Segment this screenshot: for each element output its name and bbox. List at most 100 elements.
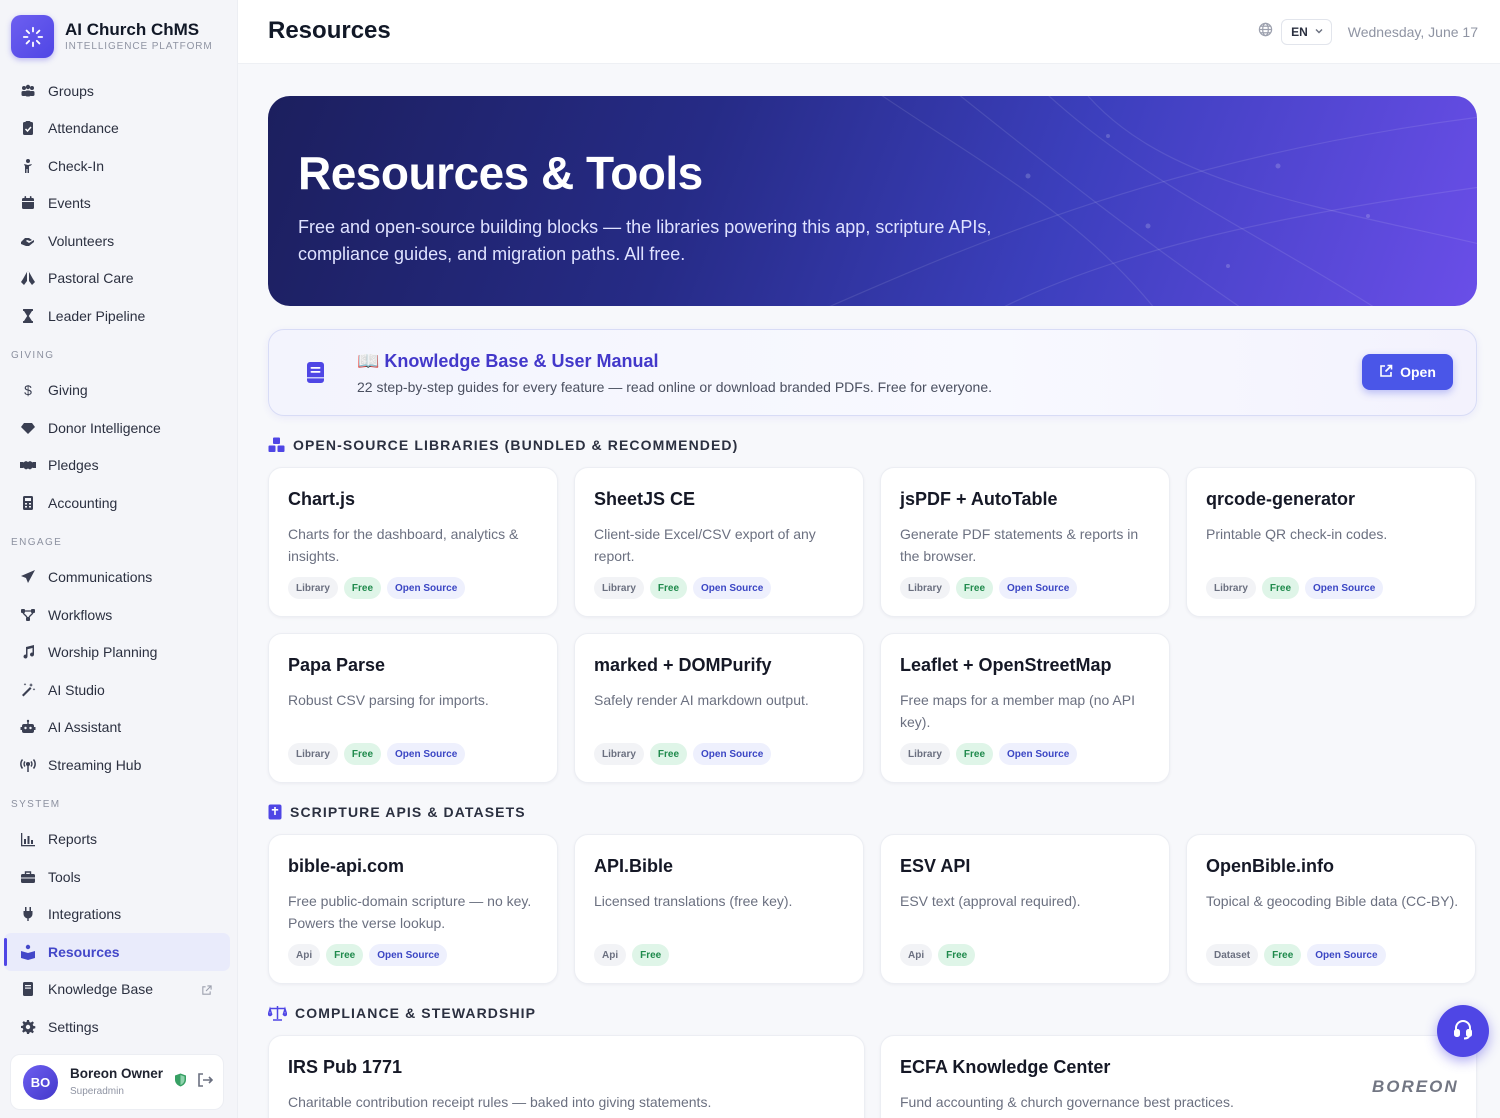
external-link-icon <box>201 983 212 999</box>
logout-icon[interactable] <box>197 1072 214 1092</box>
knowledge-base-description: 22 step-by-step guides for every feature… <box>357 379 993 395</box>
card-description: Safely render AI markdown output. <box>594 692 809 708</box>
tag-open-source: Open Source <box>1307 944 1386 966</box>
resource-card-bible-api[interactable]: bible-api.com Free public-domain scriptu… <box>268 834 558 984</box>
chevron-down-icon <box>1314 25 1324 39</box>
sidebar-item-leader-pipeline[interactable]: Leader Pipeline <box>0 297 238 335</box>
sidebar-item-attendance[interactable]: Attendance <box>0 110 238 148</box>
brand[interactable]: AI Church ChMS INTELLIGENCE PLATFORM <box>11 15 213 58</box>
child-icon <box>20 158 36 174</box>
sidebar-item-donor-intelligence[interactable]: Donor Intelligence <box>0 409 238 447</box>
card-description: Licensed translations (free key). <box>594 893 793 909</box>
current-date: Wednesday, June 17 <box>1347 24 1478 40</box>
external-link-icon <box>1379 364 1393 381</box>
sidebar-item-settings[interactable]: Settings <box>0 1008 238 1046</box>
page-title: Resources <box>268 17 391 44</box>
shield-icon[interactable] <box>174 1073 187 1092</box>
sidebar-item-communications[interactable]: Communications <box>0 559 238 597</box>
sidebar-item-worship-planning[interactable]: Worship Planning <box>0 634 238 672</box>
globe-icon[interactable] <box>1258 22 1273 42</box>
dollar-icon: $ <box>20 382 36 398</box>
resource-card-jspdf[interactable]: jsPDF + AutoTable Generate PDF statement… <box>880 467 1170 617</box>
card-description: Robust CSV parsing for imports. <box>288 692 489 708</box>
libraries-section-heading: OPEN-SOURCE LIBRARIES (BUNDLED & RECOMME… <box>268 437 738 453</box>
tag-type: Library <box>900 743 950 765</box>
sidebar-item-pledges[interactable]: Pledges <box>0 447 238 485</box>
sidebar-item-label: Settings <box>48 1018 99 1035</box>
tag-open-source: Open Source <box>1305 577 1384 599</box>
sidebar-item-volunteers[interactable]: Volunteers <box>0 222 238 260</box>
sidebar-item-label: AI Studio <box>48 681 105 698</box>
sidebar-item-ai-studio[interactable]: AI Studio <box>0 671 238 709</box>
brand-subtitle: INTELLIGENCE PLATFORM <box>65 41 213 52</box>
open-knowledge-base-button[interactable]: Open <box>1362 354 1453 390</box>
cubes-icon <box>268 437 285 453</box>
sidebar-item-label: Groups <box>48 82 94 99</box>
handshake-icon <box>20 457 36 473</box>
sidebar-section-system: SYSTEM <box>11 798 61 810</box>
sidebar-item-label: Knowledge Base <box>48 981 154 998</box>
sidebar-item-giving[interactable]: $ Giving <box>0 372 238 410</box>
resource-card-qrcode-generator[interactable]: qrcode-generator Printable QR check-in c… <box>1186 467 1476 617</box>
sidebar-item-label: Check-In <box>48 157 105 174</box>
sidebar-item-label: Streaming Hub <box>48 756 142 773</box>
card-title: API.Bible <box>594 856 674 876</box>
resource-card-openbible[interactable]: OpenBible.info Topical & geocoding Bible… <box>1186 834 1476 984</box>
sidebar-item-ai-assistant[interactable]: AI Assistant <box>0 709 238 747</box>
resource-card-irs-pub-1771[interactable]: IRS Pub 1771 Charitable contribution rec… <box>268 1035 865 1118</box>
sidebar-item-knowledge-base[interactable]: Knowledge Base <box>0 971 238 1009</box>
sidebar-item-label: Workflows <box>48 606 113 623</box>
language-select[interactable]: EN <box>1281 19 1332 45</box>
support-chat-button[interactable] <box>1437 1005 1489 1057</box>
toolbox-icon <box>20 869 36 885</box>
paper-plane-icon <box>20 569 36 585</box>
resource-card-chartjs[interactable]: Chart.js Charts for the dashboard, analy… <box>268 467 558 617</box>
sidebar-nav: Groups Attendance Check-In Events Volunt… <box>0 72 238 1046</box>
resource-card-papa-parse[interactable]: Papa Parse Robust CSV parsing for import… <box>268 633 558 783</box>
sidebar-item-events[interactable]: Events <box>0 185 238 223</box>
sidebar-item-groups[interactable]: Groups <box>0 72 238 110</box>
card-description: Client-side Excel/CSV export of any repo… <box>594 526 816 564</box>
book-reader-icon <box>20 944 36 960</box>
knowledge-base-title[interactable]: 📖 Knowledge Base & User Manual <box>357 351 658 372</box>
sidebar-item-tools[interactable]: Tools <box>0 858 238 896</box>
headset-icon <box>1452 1018 1474 1045</box>
resource-card-leaflet[interactable]: Leaflet + OpenStreetMap Free maps for a … <box>880 633 1170 783</box>
sidebar-item-label: Reports <box>48 831 98 848</box>
sidebar-item-workflows[interactable]: Workflows <box>0 596 238 634</box>
book-icon <box>20 981 36 997</box>
broadcast-icon <box>20 757 36 773</box>
avatar[interactable]: BO <box>23 1064 58 1100</box>
resource-card-esv-api[interactable]: ESV API ESV text (approval required). Ap… <box>880 834 1170 984</box>
sidebar-item-integrations[interactable]: Integrations <box>0 896 238 934</box>
tag-open-source: Open Source <box>999 743 1078 765</box>
resource-card-api-bible[interactable]: API.Bible Licensed translations (free ke… <box>574 834 864 984</box>
sidebar-item-accounting[interactable]: Accounting <box>0 484 238 522</box>
sidebar-item-label: Volunteers <box>48 232 115 249</box>
resource-card-marked-dompurify[interactable]: marked + DOMPurify Safely render AI mark… <box>574 633 864 783</box>
card-description: Free public-domain scripture — no key. P… <box>288 893 532 931</box>
tag-free: Free <box>343 577 382 599</box>
svg-text:$: $ <box>24 382 32 398</box>
tag-type: Dataset <box>1206 944 1259 966</box>
user-role: Superadmin <box>70 1086 124 1097</box>
calculator-icon <box>20 495 36 511</box>
sidebar-item-streaming-hub[interactable]: Streaming Hub <box>0 746 238 784</box>
sidebar-item-label: Integrations <box>48 906 122 923</box>
knowledge-base-card[interactable]: 📖 Knowledge Base & User Manual 22 step-b… <box>268 329 1477 416</box>
user-card[interactable]: BO Boreon Owner Superadmin <box>10 1054 224 1110</box>
hourglass-icon <box>20 308 36 324</box>
tag-open-source: Open Source <box>369 944 448 966</box>
workflow-icon <box>20 607 36 623</box>
sidebar-item-pastoral-care[interactable]: Pastoral Care <box>0 260 238 298</box>
sidebar-item-label: Worship Planning <box>48 644 158 661</box>
brand-name: AI Church ChMS <box>65 20 200 39</box>
card-title: Papa Parse <box>288 655 386 675</box>
resource-card-sheetjs[interactable]: SheetJS CE Client-side Excel/CSV export … <box>574 467 864 617</box>
tag-open-source: Open Source <box>387 577 466 599</box>
sidebar-item-reports[interactable]: Reports <box>0 821 238 859</box>
tag-free: Free <box>938 944 976 966</box>
tag-free: Free <box>343 743 382 765</box>
sidebar-item-resources[interactable]: Resources <box>4 933 230 971</box>
sidebar-item-check-in[interactable]: Check-In <box>0 147 238 185</box>
